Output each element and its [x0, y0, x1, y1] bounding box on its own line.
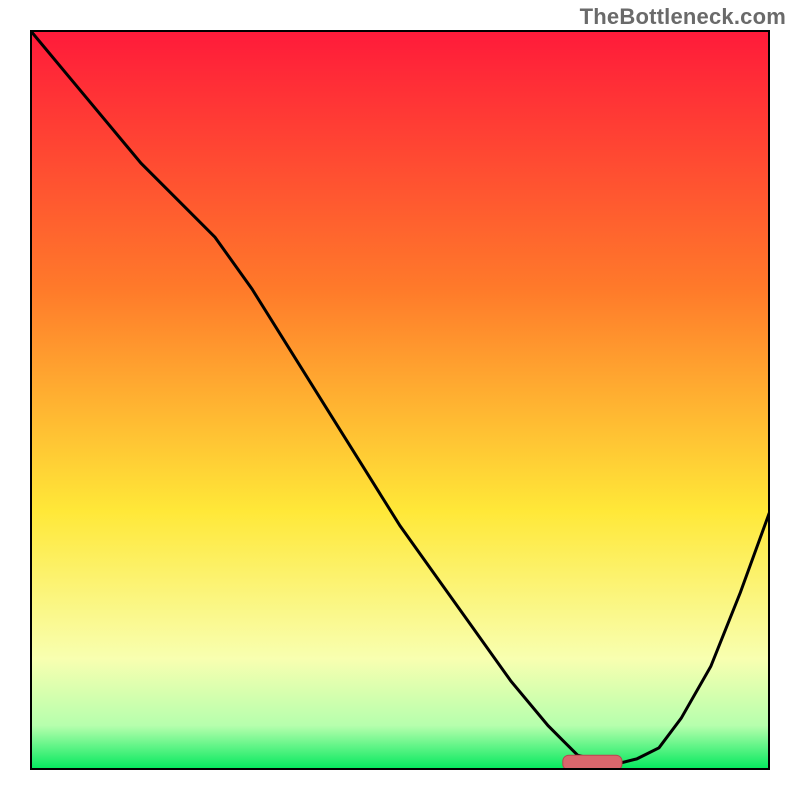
plot-area	[30, 30, 770, 770]
gradient-background	[30, 30, 770, 770]
chart-container: TheBottleneck.com	[0, 0, 800, 800]
watermark-text: TheBottleneck.com	[580, 4, 786, 30]
chart-svg	[30, 30, 770, 770]
optimal-marker	[563, 755, 622, 770]
